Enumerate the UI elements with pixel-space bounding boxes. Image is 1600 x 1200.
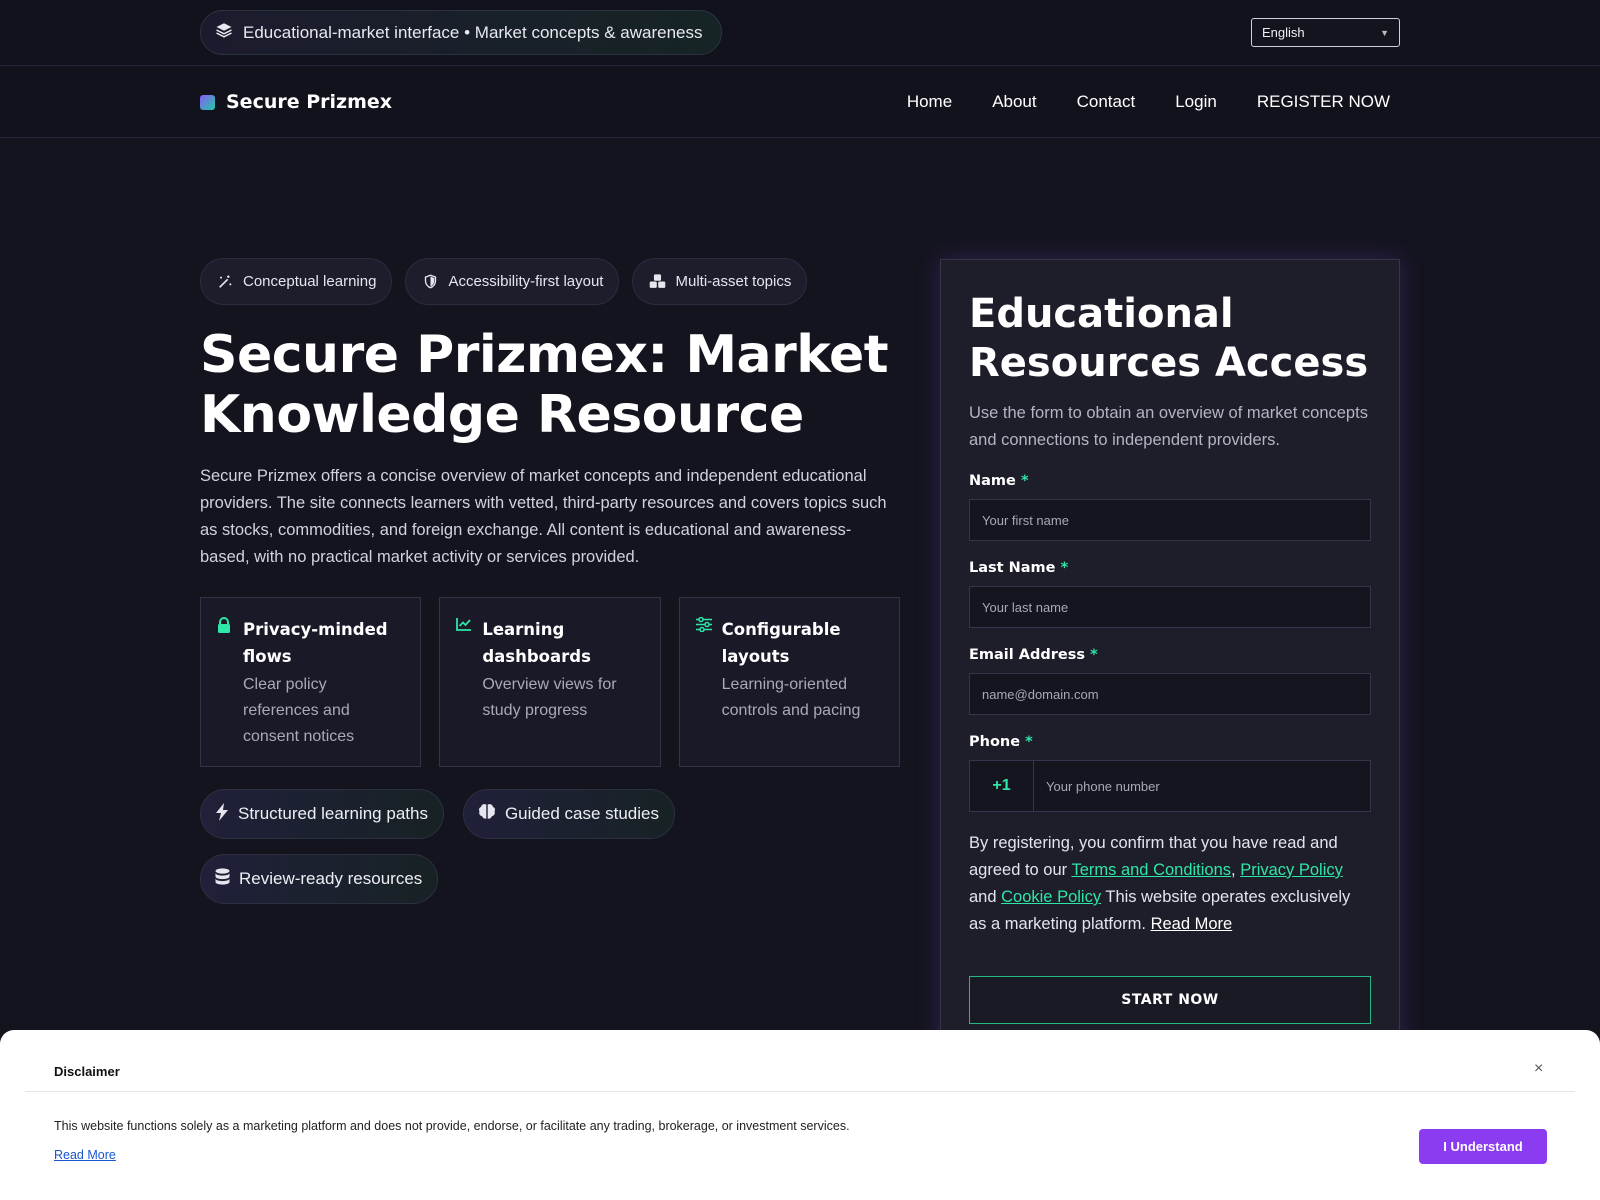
brain-icon bbox=[478, 803, 496, 825]
benefit-chips: Structured learning paths Guided case st… bbox=[200, 789, 720, 904]
read-more-link[interactable]: Read More bbox=[1151, 915, 1233, 933]
feature-description: Clear policy references and consent noti… bbox=[243, 676, 355, 745]
brand-logo[interactable]: Secure Prizmex bbox=[200, 66, 392, 138]
nav-register[interactable]: REGISTER NOW bbox=[1257, 92, 1390, 112]
chip-multi-asset: Multi-asset topics bbox=[632, 258, 808, 305]
chip-label: Review-ready resources bbox=[239, 869, 423, 888]
required-mark: * bbox=[1025, 734, 1033, 750]
nav-about[interactable]: About bbox=[992, 92, 1036, 112]
tagline-text: Educational-market interface • Market co… bbox=[243, 22, 703, 42]
sliders-icon bbox=[695, 616, 712, 752]
understand-button[interactable]: I Understand bbox=[1419, 1129, 1547, 1164]
first-name-field[interactable] bbox=[969, 499, 1371, 541]
feature-title: Configurable layouts bbox=[721, 620, 841, 666]
main-nav: Secure Prizmex Home About Contact Login … bbox=[0, 66, 1600, 138]
chip-label: Conceptual learning bbox=[243, 273, 377, 290]
hero-title: Secure Prizmex: Market Knowledge Resourc… bbox=[200, 325, 889, 445]
last-name-label: Last Name * bbox=[969, 560, 1069, 576]
close-icon[interactable]: × bbox=[1534, 1060, 1543, 1078]
terms-link[interactable]: Terms and Conditions bbox=[1071, 861, 1231, 879]
brand-mark-icon bbox=[200, 94, 215, 110]
cubes-icon bbox=[648, 273, 666, 291]
name-label: Name * bbox=[969, 473, 1029, 489]
bolt-icon bbox=[215, 802, 229, 826]
country-code-select[interactable]: +1 bbox=[970, 761, 1034, 811]
feature-card-layouts: Configurable layouts Learning-oriented c… bbox=[678, 597, 900, 767]
phone-field[interactable] bbox=[1034, 761, 1370, 811]
chip-label: Accessibility-first layout bbox=[448, 273, 604, 290]
lock-icon bbox=[217, 617, 233, 752]
language-select[interactable]: English ▼ bbox=[1251, 18, 1400, 47]
chip-review-resources: Review-ready resources bbox=[200, 854, 439, 904]
disclaimer-read-more-link[interactable]: Read More bbox=[54, 1148, 116, 1162]
nav-contact[interactable]: Contact bbox=[1077, 92, 1136, 112]
required-mark: * bbox=[1090, 647, 1098, 663]
language-value: English bbox=[1262, 25, 1305, 40]
disclaimer-text: This website functions solely as a marke… bbox=[54, 1119, 850, 1133]
required-mark: * bbox=[1020, 473, 1029, 489]
nav-home[interactable]: Home bbox=[907, 92, 952, 112]
form-subtitle: Use the form to obtain an overview of ma… bbox=[969, 404, 1368, 449]
phone-field-group: +1 bbox=[969, 760, 1371, 812]
disclaimer-banner: Disclaimer × This website functions sole… bbox=[0, 1030, 1600, 1200]
nav-login[interactable]: Login bbox=[1175, 92, 1217, 112]
chip-accessibility: Accessibility-first layout bbox=[405, 258, 620, 305]
last-name-field[interactable] bbox=[969, 586, 1371, 628]
nav-links: Home About Contact Login REGISTER NOW bbox=[907, 66, 1390, 138]
layers-icon bbox=[215, 21, 233, 44]
chevron-down-icon: ▼ bbox=[1380, 27, 1389, 38]
email-field[interactable] bbox=[969, 673, 1371, 715]
topic-chips: Conceptual learning Accessibility-first … bbox=[200, 258, 900, 305]
database-icon bbox=[215, 868, 230, 890]
feature-title: Privacy-minded flows bbox=[243, 620, 388, 666]
feature-card-privacy: Privacy-minded flows Clear policy refere… bbox=[200, 597, 422, 767]
chip-label: Structured learning paths bbox=[238, 804, 428, 823]
top-bar: Educational-market interface • Market co… bbox=[0, 0, 1600, 66]
chip-label: Guided case studies bbox=[504, 804, 659, 823]
registration-card: Educational Resources Access Use the for… bbox=[940, 259, 1400, 1059]
feature-description: Learning-oriented controls and pacing bbox=[721, 676, 861, 719]
feature-description: Overview views for study progress bbox=[482, 676, 617, 719]
form-title: Educational Resources Access bbox=[969, 291, 1369, 386]
tagline-pill: Educational-market interface • Market co… bbox=[200, 10, 722, 55]
phone-label: Phone * bbox=[969, 734, 1033, 750]
consent-text: By registering, you confirm that you hav… bbox=[969, 834, 1351, 933]
chip-learning-paths: Structured learning paths bbox=[200, 789, 444, 839]
cookie-link[interactable]: Cookie Policy bbox=[1001, 888, 1101, 906]
chip-case-studies: Guided case studies bbox=[462, 789, 675, 839]
feature-card-dashboards: Learning dashboards Overview views for s… bbox=[439, 597, 661, 767]
hero-section: Conceptual learning Accessibility-first … bbox=[200, 258, 900, 904]
required-mark: * bbox=[1060, 560, 1069, 576]
hero-description: Secure Prizmex offers a concise overview… bbox=[200, 467, 887, 566]
disclaimer-title: Disclaimer bbox=[54, 1064, 120, 1079]
shield-icon bbox=[421, 273, 439, 291]
magic-wand-icon bbox=[216, 273, 234, 291]
divider bbox=[25, 1091, 1575, 1092]
start-now-button[interactable]: START NOW bbox=[969, 976, 1371, 1024]
chip-label: Multi-asset topics bbox=[675, 273, 792, 290]
privacy-link[interactable]: Privacy Policy bbox=[1240, 861, 1343, 879]
line-chart-icon bbox=[456, 617, 472, 752]
feature-cards: Privacy-minded flows Clear policy refere… bbox=[200, 597, 900, 767]
email-label: Email Address * bbox=[969, 647, 1098, 663]
feature-title: Learning dashboards bbox=[482, 620, 591, 666]
brand-name: Secure Prizmex bbox=[226, 91, 393, 113]
chip-conceptual: Conceptual learning bbox=[200, 258, 393, 305]
